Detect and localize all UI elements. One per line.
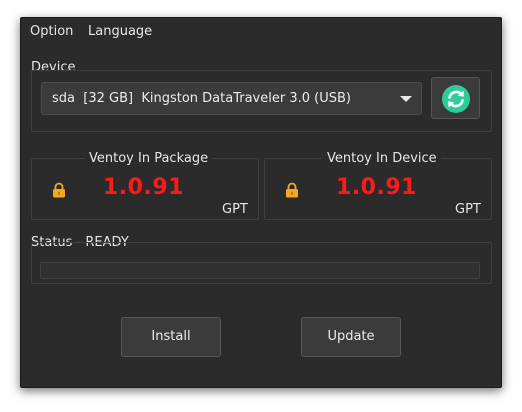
lock-icon	[53, 182, 65, 198]
device-partition-style: GPT	[455, 202, 481, 217]
refresh-button[interactable]	[431, 77, 480, 119]
device-panel-title: Ventoy In Device	[323, 151, 441, 166]
menu-option[interactable]: Option	[30, 24, 73, 39]
package-version: 1.0.91	[103, 175, 184, 200]
package-partition-style: GPT	[222, 202, 248, 217]
ventoy-window: Option Language Device sda [32 GB] Kings…	[20, 17, 502, 388]
device-version: 1.0.91	[336, 175, 417, 200]
menu-language[interactable]: Language	[88, 24, 152, 39]
device-select-value: sda [32 GB] Kingston DataTraveler 3.0 (U…	[52, 91, 351, 106]
chevron-down-icon	[400, 96, 412, 102]
refresh-icon	[442, 85, 470, 113]
lock-icon	[286, 182, 298, 198]
progress-bar	[40, 262, 480, 279]
device-select[interactable]: sda [32 GB] Kingston DataTraveler 3.0 (U…	[41, 82, 422, 115]
update-button[interactable]: Update	[301, 317, 401, 357]
install-button[interactable]: Install	[121, 317, 221, 357]
package-panel-title: Ventoy In Package	[85, 151, 213, 166]
menu-bar: Option Language	[21, 18, 501, 46]
